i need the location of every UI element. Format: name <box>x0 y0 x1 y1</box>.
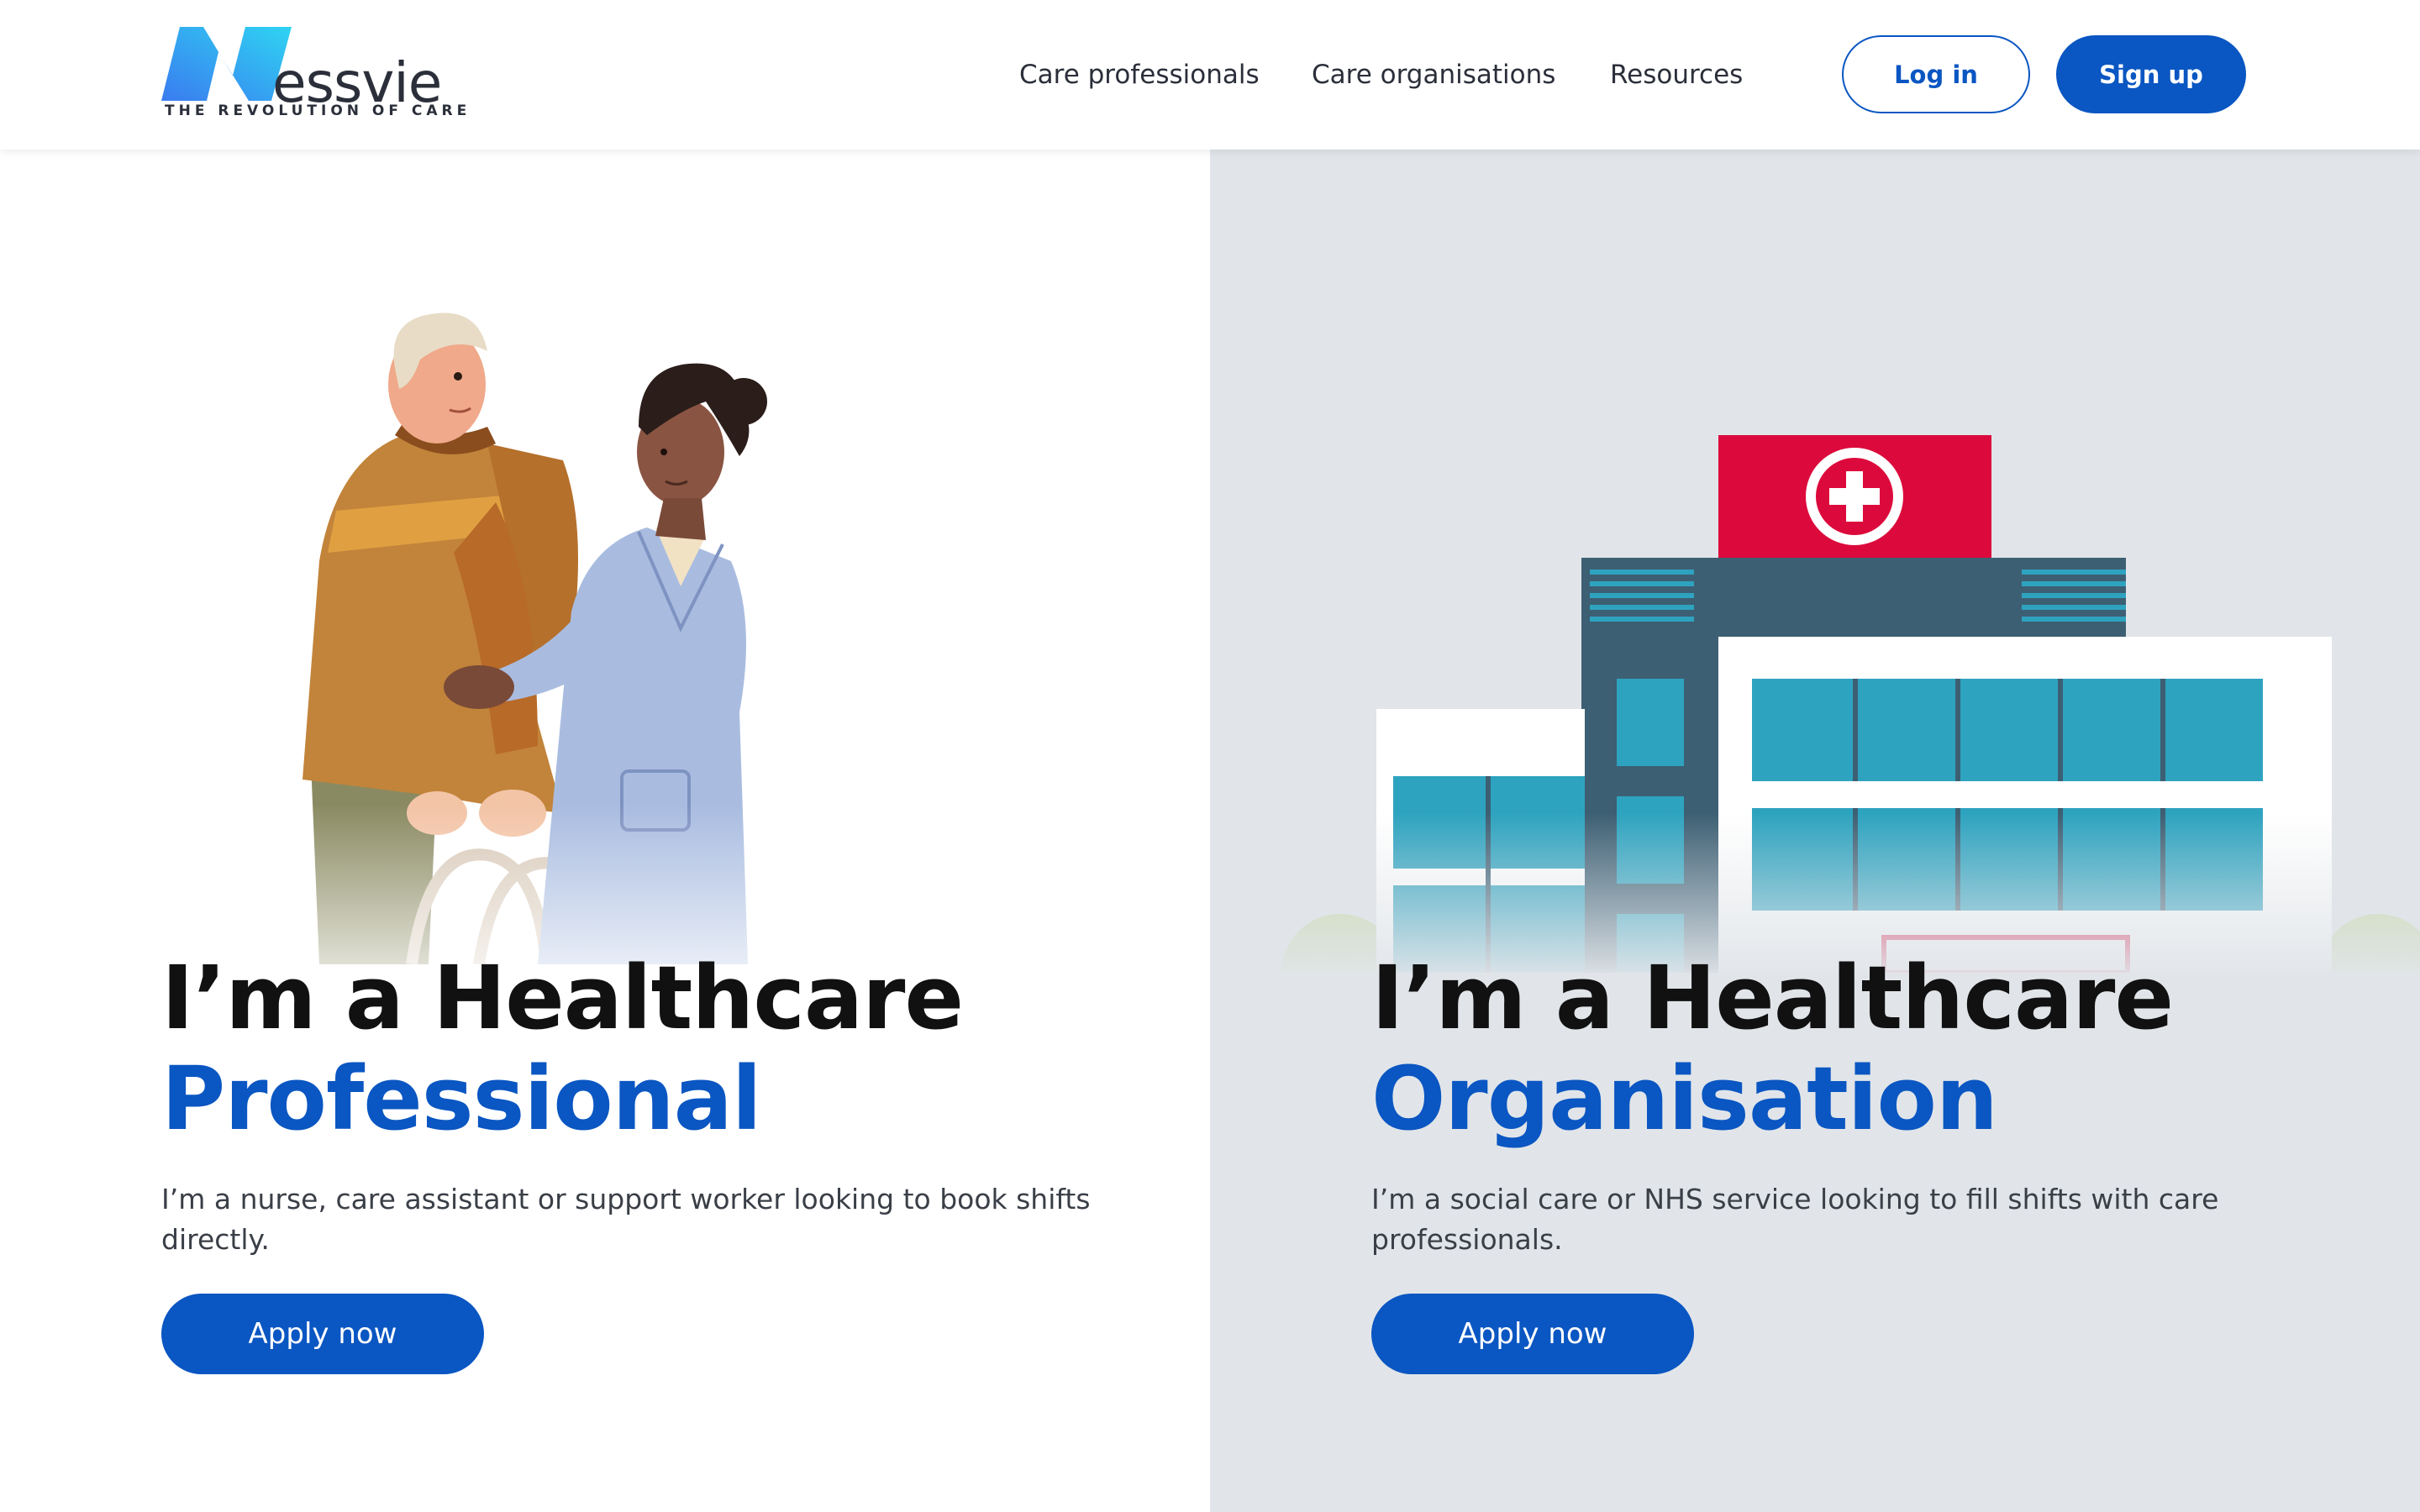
professional-panel: I’m a Healthcare Professional I’m a nurs… <box>0 150 1210 1512</box>
organisation-heading-line1: I’m a Healthcare <box>1371 947 2174 1049</box>
professional-description: I’m a nurse, care assistant or support w… <box>161 1183 1091 1256</box>
organisation-apply-button[interactable]: Apply now <box>1371 1294 1694 1374</box>
organisation-panel: I’m a Healthcare Organisation I’m a soci… <box>1210 150 2420 1512</box>
signup-button[interactable]: Sign up <box>2056 35 2246 113</box>
professional-heading: I’m a Healthcare Professional <box>161 947 964 1150</box>
professional-apply-button[interactable]: Apply now <box>161 1294 484 1374</box>
nav-care-organisations[interactable]: Care organisations <box>1312 54 1555 96</box>
professional-heading-line1: I’m a Healthcare <box>161 947 964 1049</box>
nav-resources[interactable]: Resources <box>1610 54 1743 96</box>
login-button[interactable]: Log in <box>1842 35 2030 113</box>
nav-care-professionals[interactable]: Care professionals <box>1019 54 1260 96</box>
professional-heading-line2: Professional <box>161 1047 762 1150</box>
brand-tagline: THE REVOLUTION OF CARE <box>165 102 471 119</box>
organisation-description: I’m a social care or NHS service looking… <box>1371 1183 2219 1256</box>
organisation-heading: I’m a Healthcare Organisation <box>1371 947 2174 1150</box>
site-header: essvie THE REVOLUTION OF CARE Care profe… <box>0 0 2420 150</box>
organisation-heading-line2: Organisation <box>1371 1047 1998 1150</box>
